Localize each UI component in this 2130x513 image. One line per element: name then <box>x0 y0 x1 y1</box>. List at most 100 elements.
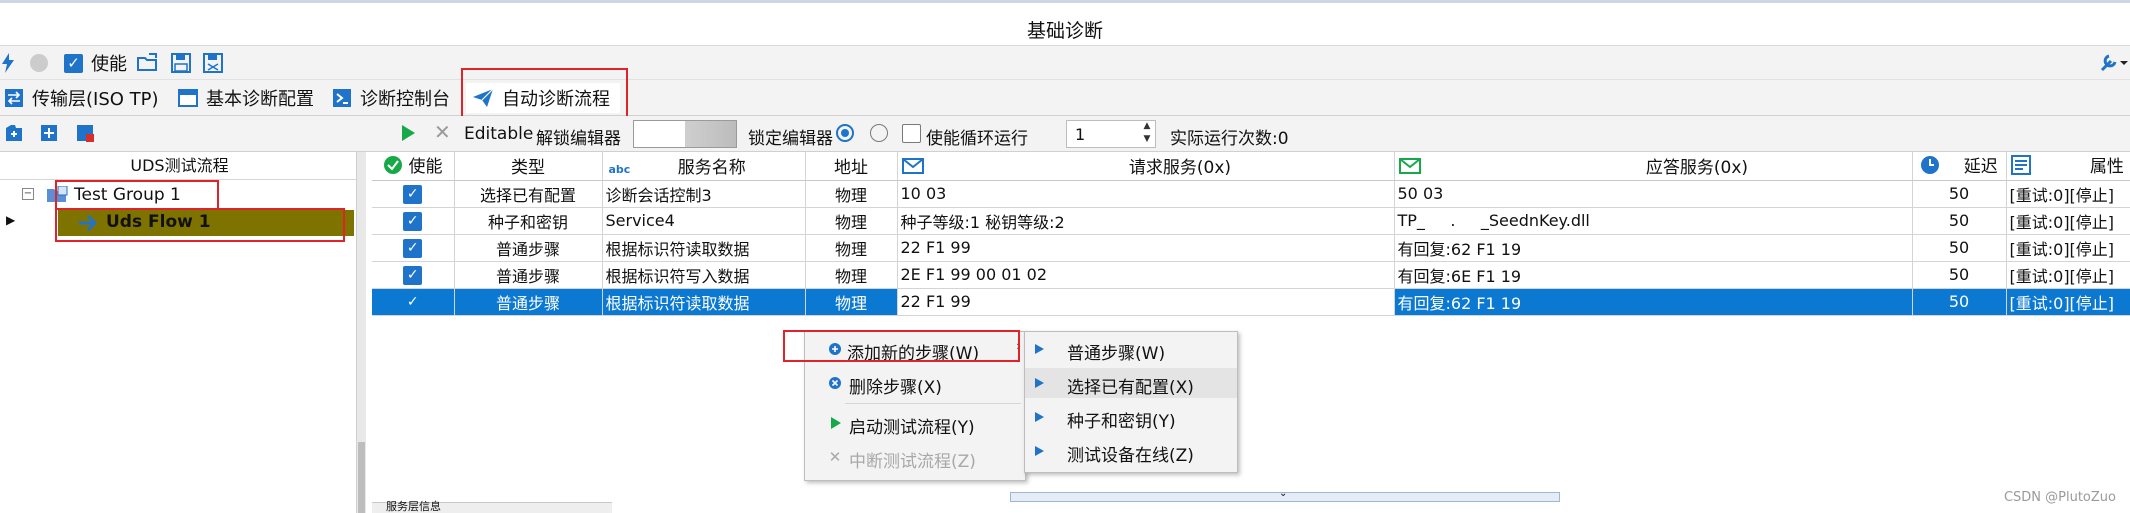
submenu-item-seed-key[interactable]: 种子和密钥(Y) <box>1025 402 1237 432</box>
cell-type[interactable]: 普通步骤 <box>454 261 603 289</box>
cell-delay[interactable]: 50 <box>1912 180 2007 208</box>
row-enable-checkbox[interactable]: ✓ <box>372 288 455 316</box>
cell-attributes[interactable]: [重试:0][停止] <box>2006 180 2130 208</box>
loop-checkbox[interactable] <box>902 124 921 148</box>
col-request[interactable]: 请求服务(0x) <box>897 152 1395 181</box>
cell-type[interactable]: 选择已有配置 <box>454 180 603 208</box>
table-row[interactable]: ✓ 普通步骤 根据标识符写入数据 物理 2E F1 99 00 01 02 有回… <box>372 261 2130 289</box>
cell-response[interactable]: 有回复:62 F1 19 <box>1394 234 1913 262</box>
cell-type[interactable]: 种子和密钥 <box>454 207 603 235</box>
splitter-handle[interactable]: ⌄ <box>1010 488 1560 502</box>
row-enable-checkbox[interactable]: ✓ <box>372 180 455 208</box>
tab-basic-config[interactable]: 基本诊断配置 <box>178 83 314 113</box>
table-row[interactable]: ✓ 选择已有配置 诊断会话控制3 物理 10 03 50 03 50 [重试:0… <box>372 180 2130 208</box>
menu-item-stop-flow-label: 中断测试流程(Z) <box>849 452 976 472</box>
cell-delay[interactable]: 50 <box>1912 234 2007 262</box>
submenu-item-existing-config[interactable]: 选择已有配置(X) <box>1025 368 1237 398</box>
cell-request[interactable]: 种子等级:1 秘钥等级:2 <box>897 207 1395 235</box>
editor-lock-toggle[interactable] <box>633 120 737 148</box>
play-icon <box>827 415 843 431</box>
cell-request-editing[interactable]: 22 F1 99 <box>897 288 1395 316</box>
col-delay[interactable]: 延迟 <box>1912 152 2007 181</box>
cell-response[interactable]: TP_ . _SeednKey.dll <box>1394 207 1913 235</box>
cell-delay[interactable]: 50 <box>1912 261 2007 289</box>
save-button[interactable] <box>170 51 192 75</box>
menu-item-delete-step[interactable]: 删除步骤(X) <box>805 368 1027 398</box>
col-attributes[interactable]: 属性 <box>2006 152 2130 181</box>
cell-address[interactable]: 物理 <box>805 234 898 262</box>
cell-response[interactable]: 50 03 <box>1394 180 1913 208</box>
bottom-tab-service-info[interactable]: 服务层信息 <box>372 501 612 513</box>
unlock-radio[interactable] <box>870 124 888 147</box>
row-enable-checkbox[interactable]: ✓ <box>372 261 455 289</box>
col-address[interactable]: 地址 <box>805 152 898 181</box>
save-as-button[interactable] <box>202 51 224 75</box>
scrollbar-thumb[interactable] <box>358 442 365 513</box>
lock-radio[interactable] <box>836 124 854 147</box>
cell-service-name[interactable]: Service4 <box>602 207 806 235</box>
cell-delay[interactable]: 50 <box>1912 288 2007 316</box>
cell-service-name[interactable]: 根据标识符写入数据 <box>602 261 806 289</box>
menu-item-start-flow[interactable]: 启动测试流程(Y) <box>805 408 1027 438</box>
menu-item-stop-flow[interactable]: ✕ 中断测试流程(Z) <box>805 442 1027 472</box>
cell-type[interactable]: 普通步骤 <box>454 288 603 316</box>
tools-button[interactable] <box>2098 51 2128 75</box>
run-button[interactable] <box>398 122 418 149</box>
open-file-button[interactable] <box>136 51 160 75</box>
cell-address[interactable]: 物理 <box>805 180 898 208</box>
cell-attributes[interactable]: [重试:0][停止] <box>2006 288 2130 316</box>
col-type[interactable]: 类型 <box>454 152 603 181</box>
title-bar: 基础诊断 <box>0 0 2130 46</box>
cell-address[interactable]: 物理 <box>805 288 898 316</box>
add-item-icon <box>38 122 60 144</box>
col-response[interactable]: 应答服务(0x) <box>1394 152 1913 181</box>
stop-button[interactable]: ✕ <box>434 120 451 144</box>
tree-scrollbar[interactable] <box>356 152 366 513</box>
close-icon: ✕ <box>828 448 842 466</box>
col-enable[interactable]: 使能 <box>372 152 455 181</box>
run-count-label: 实际运行次数:0 <box>1170 129 1289 149</box>
submenu-item-normal-step[interactable]: 普通步骤(W) <box>1025 334 1237 364</box>
col-response-label: 应答服务(0x) <box>1645 158 1749 178</box>
cell-service-name[interactable]: 根据标识符读取数据 <box>602 234 806 262</box>
grid-header-row: 使能 类型 abc 服务名称 地址 请求服务(0x) 应答服务(0x) 延迟 属… <box>372 152 2130 181</box>
collapse-toggle[interactable]: − <box>22 188 34 200</box>
col-type-label: 类型 <box>511 158 545 179</box>
row-enable-checkbox[interactable]: ✓ <box>372 234 455 262</box>
cell-response[interactable]: 有回复:6E F1 19 <box>1394 261 1913 289</box>
tab-console[interactable]: 诊断控制台 <box>332 83 450 113</box>
cell-type[interactable]: 普通步骤 <box>454 234 603 262</box>
submenu-item-tester-present[interactable]: 测试设备在线(Z) <box>1025 436 1237 466</box>
col-address-label: 地址 <box>834 158 868 179</box>
col-service-name[interactable]: abc 服务名称 <box>602 152 806 181</box>
enable-toggle[interactable]: ✓ 使能 <box>64 51 127 75</box>
cell-request[interactable]: 22 F1 99 <box>897 234 1395 262</box>
cell-service-name[interactable]: 诊断会话控制3 <box>602 180 806 208</box>
enable-checkbox[interactable]: ✓ <box>64 53 83 73</box>
table-row[interactable]: ✓ 普通步骤 根据标识符读取数据 物理 22 F1 99 有回复:62 F1 1… <box>372 234 2130 262</box>
cell-address[interactable]: 物理 <box>805 261 898 289</box>
delete-item-button[interactable] <box>74 122 96 149</box>
add-flow-button[interactable] <box>38 122 60 149</box>
row-enable-checkbox[interactable]: ✓ <box>372 207 455 235</box>
loop-count-input[interactable]: 1 ▲ ▼ <box>1066 120 1156 148</box>
highlight-box-menu <box>783 330 1020 362</box>
submenu-item-seed-key-label: 种子和密钥(Y) <box>1067 412 1176 432</box>
tab-transport-layer[interactable]: 传输层(ISO TP) <box>4 83 159 113</box>
spin-up-icon[interactable]: ▲ <box>1139 121 1155 134</box>
cell-attributes[interactable]: [重试:0][停止] <box>2006 207 2130 235</box>
cell-address[interactable]: 物理 <box>805 207 898 235</box>
cell-service-name[interactable]: 根据标识符读取数据 <box>602 288 806 316</box>
add-group-button[interactable] <box>4 122 26 149</box>
connect-button[interactable] <box>0 51 16 75</box>
cell-response[interactable]: 有回复:62 F1 19 <box>1394 288 1913 316</box>
cell-request[interactable]: 10 03 <box>897 180 1395 208</box>
submenu-item-tester-present-label: 测试设备在线(Z) <box>1067 446 1194 466</box>
cell-attributes[interactable]: [重试:0][停止] <box>2006 261 2130 289</box>
cell-attributes[interactable]: [重试:0][停止] <box>2006 234 2130 262</box>
spin-down-icon[interactable]: ▼ <box>1139 134 1155 147</box>
table-row-selected[interactable]: ✓ 普通步骤 根据标识符读取数据 物理 22 F1 99 有回复:62 F1 1… <box>372 288 2130 316</box>
table-row[interactable]: ✓ 种子和密钥 Service4 物理 种子等级:1 秘钥等级:2 TP_ . … <box>372 207 2130 235</box>
cell-delay[interactable]: 50 <box>1912 207 2007 235</box>
cell-request[interactable]: 2E F1 99 00 01 02 <box>897 261 1395 289</box>
